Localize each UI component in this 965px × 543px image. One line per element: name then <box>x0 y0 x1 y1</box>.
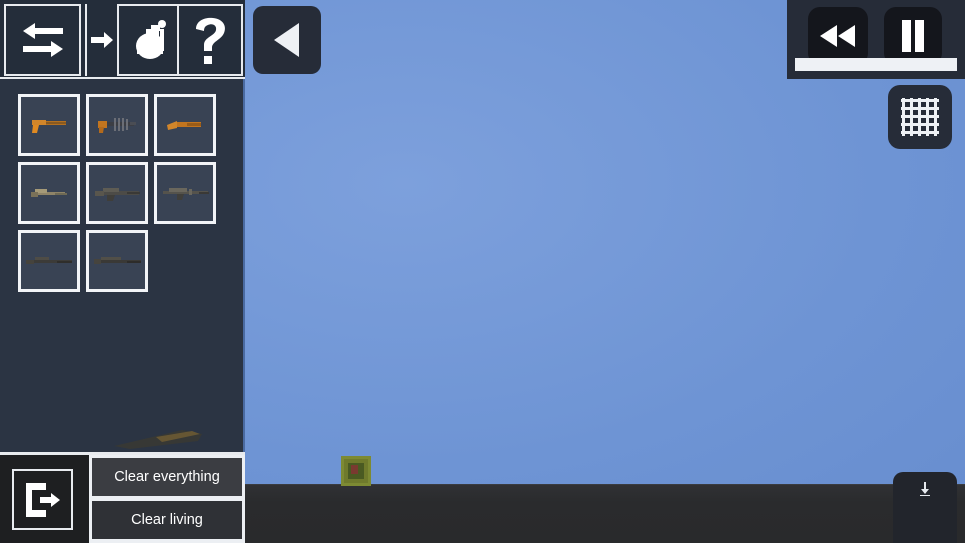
grid-icon <box>901 98 939 136</box>
sidebar-toolbar <box>0 0 245 79</box>
weapon-slot-4[interactable] <box>18 162 80 224</box>
weapon-slot-7[interactable] <box>18 230 80 292</box>
pause-icon <box>902 20 924 52</box>
clear-everything-button[interactable]: Clear everything <box>92 458 242 496</box>
rewind-button[interactable] <box>808 7 868 65</box>
swap-button[interactable] <box>4 4 81 76</box>
weapon-slot-6[interactable] <box>154 162 216 224</box>
battle-rifle-icon <box>163 188 209 200</box>
held-weapon-preview <box>114 430 202 449</box>
left-sidebar: Clear everything Clear living <box>0 0 245 543</box>
pistol-icon <box>32 120 66 133</box>
weapon-slot-2[interactable] <box>86 94 148 156</box>
play-left-triangle-icon <box>274 23 299 57</box>
speed-slider[interactable] <box>795 58 957 71</box>
swap-icon <box>22 23 63 57</box>
sawed-off-shotgun-icon <box>167 121 201 130</box>
assault-rifle-icon <box>95 188 140 201</box>
entity-face <box>351 465 358 474</box>
help-button[interactable] <box>177 4 243 76</box>
marksman-rifle-icon <box>26 257 72 264</box>
toggle-grid-button[interactable] <box>888 85 952 149</box>
arrow-right-icon <box>91 32 113 48</box>
pause-button[interactable] <box>884 7 942 65</box>
weapon-slot-5[interactable] <box>86 162 148 224</box>
spawned-entity[interactable] <box>341 456 371 486</box>
exit-icon <box>25 482 60 517</box>
weapon-slot-8[interactable] <box>86 230 148 292</box>
weapon-grid <box>18 94 232 292</box>
carbine-icon <box>31 189 67 197</box>
game-screen: Clear everything Clear living <box>0 0 965 543</box>
next-button[interactable] <box>85 4 117 76</box>
rewind-icon <box>820 25 855 47</box>
question-mark-icon <box>196 17 225 64</box>
smg-icon <box>98 118 136 133</box>
bottom-right-drawer[interactable] <box>893 472 957 543</box>
exit-button[interactable] <box>12 469 73 530</box>
download-icon <box>920 482 930 496</box>
grenade-icon <box>136 20 166 59</box>
weapon-slot-3[interactable] <box>154 94 216 156</box>
clear-living-button[interactable]: Clear living <box>92 501 242 539</box>
sniper-rifle-icon <box>94 257 141 264</box>
collapse-panel-button[interactable] <box>253 6 321 74</box>
grenade-button[interactable] <box>117 4 185 76</box>
weapon-slot-1[interactable] <box>18 94 80 156</box>
action-button-group: Clear everything Clear living <box>89 455 245 543</box>
